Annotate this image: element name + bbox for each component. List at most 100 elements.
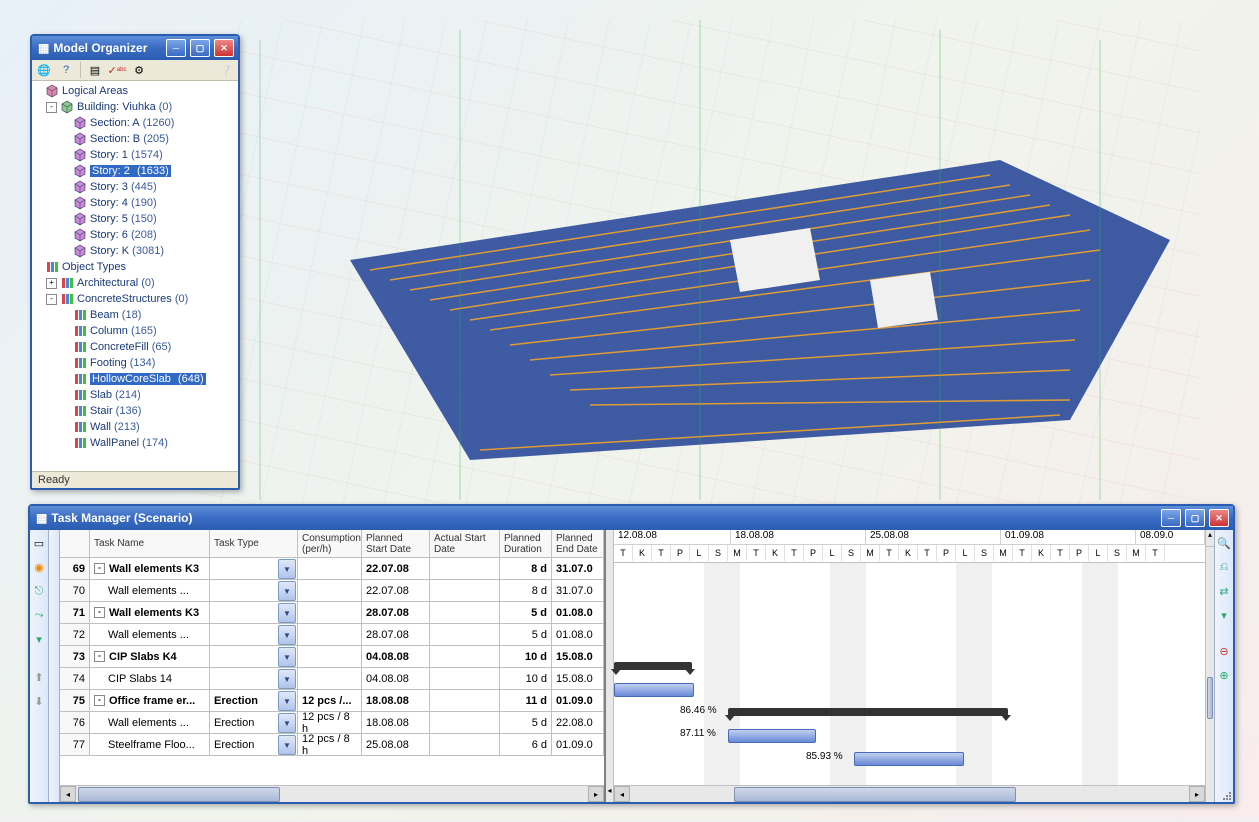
col-pend[interactable]: Planned End Date [552, 530, 604, 558]
table-row[interactable]: 71-Wall elements K3▼28.07.085 d01.08.0 [60, 602, 604, 624]
tree-ctype-6[interactable]: Stair (136) [32, 403, 238, 419]
tree-story-3[interactable]: Story: 4 (190) [32, 195, 238, 211]
gantt-bar[interactable] [728, 729, 816, 743]
tree-story-5[interactable]: Story: 6 (208) [32, 227, 238, 243]
gear-icon[interactable]: ⚙ [131, 62, 147, 78]
gantt-bar[interactable] [614, 662, 692, 670]
close-button[interactable]: ✕ [1209, 509, 1229, 527]
tree-building[interactable]: -Building: Viuhka (0) [32, 99, 238, 115]
gantt-chart[interactable]: 12.08.0818.08.0825.08.0801.09.0808.09.0 … [614, 530, 1205, 802]
table-row[interactable]: 76Wall elements ...Erection▼12 pcs / 8 h… [60, 712, 604, 734]
table-row[interactable]: 74CIP Slabs 14▼04.08.0810 d15.08.0 [60, 668, 604, 690]
tool-icon[interactable]: ⇄ [1215, 582, 1233, 600]
table-row[interactable]: 72Wall elements ...▼28.07.085 d01.08.0 [60, 624, 604, 646]
tree-ctype-5[interactable]: Slab (214) [32, 387, 238, 403]
table-row[interactable]: 70Wall elements ...▼22.07.088 d31.07.0 [60, 580, 604, 602]
cell-tasktype[interactable]: ▼ [210, 602, 298, 624]
cell-tasktype[interactable]: Erection▼ [210, 734, 298, 756]
tree-story-1[interactable]: Story: 2 (1633) [32, 163, 238, 179]
dropdown-icon[interactable]: ▼ [278, 691, 296, 711]
tree-concrete[interactable]: -ConcreteStructures (0) [32, 291, 238, 307]
cell-tasktype[interactable]: ▼ [210, 646, 298, 668]
select-tool-icon[interactable]: ▭ [30, 534, 48, 552]
tree-section-0[interactable]: Section: A (1260) [32, 115, 238, 131]
col-astart[interactable]: Actual Start Date [430, 530, 500, 558]
gantt-bar[interactable] [854, 752, 964, 766]
gantt-hscrollbar[interactable]: ◂ ▸ [614, 785, 1205, 802]
tree-ctype-7[interactable]: Wall (213) [32, 419, 238, 435]
red-tool-icon[interactable]: ⊖ [1215, 642, 1233, 660]
up-arrow-icon[interactable]: ⬆ [30, 668, 48, 686]
expand-toggle[interactable]: - [94, 563, 105, 574]
dropdown-icon[interactable]: ▼ [278, 669, 296, 689]
green-tool-icon[interactable]: ⊕ [1215, 666, 1233, 684]
col-consumption[interactable]: Consumption (per/h) [298, 530, 362, 558]
col-taskname[interactable]: Task Name [90, 530, 210, 558]
cell-tasktype[interactable]: ▼ [210, 668, 298, 690]
grid-hscrollbar[interactable]: ◂ ▸ [60, 785, 604, 802]
gantt-bar[interactable] [614, 683, 694, 697]
down-icon[interactable]: ▾ [1215, 606, 1233, 624]
col-rownum[interactable] [60, 530, 90, 558]
tree-object-types[interactable]: Object Types [32, 259, 238, 275]
zoom-icon[interactable]: 🔍 [1215, 534, 1233, 552]
dropdown-icon[interactable]: ▼ [278, 713, 296, 733]
tool-icon[interactable]: ⤳ [30, 606, 48, 624]
cell-tasktype[interactable]: Erection▼ [210, 690, 298, 712]
table-row[interactable]: 73-CIP Slabs K4▼04.08.0810 d15.08.0 [60, 646, 604, 668]
scroll-right-icon[interactable]: ▸ [588, 786, 604, 802]
link-tool-icon[interactable]: ⎋ [30, 582, 48, 600]
col-tasktype[interactable]: Task Type [210, 530, 298, 558]
dropdown-icon[interactable]: ▼ [278, 625, 296, 645]
task-manager-titlebar[interactable]: ▦ Task Manager (Scenario) ─ ▢ ✕ [30, 506, 1233, 530]
dropdown-icon[interactable]: ▼ [278, 647, 296, 667]
check-icon[interactable]: ✓abc [109, 62, 125, 78]
list-icon[interactable]: ▤ [87, 62, 103, 78]
dropdown-icon[interactable]: ▼ [278, 735, 296, 755]
expand-toggle[interactable]: + [46, 278, 57, 289]
world-icon[interactable]: 🌐 [36, 62, 52, 78]
resize-grip[interactable] [1219, 788, 1233, 802]
down-arrow-icon[interactable]: ⬇ [30, 692, 48, 710]
expand-toggle[interactable]: - [46, 102, 57, 113]
table-row[interactable]: 69-Wall elements K3▼22.07.088 d31.07.0 [60, 558, 604, 580]
maximize-button[interactable]: ▢ [1185, 509, 1205, 527]
dropdown-icon[interactable]: ▼ [278, 581, 296, 601]
tree-ctype-3[interactable]: Footing (134) [32, 355, 238, 371]
cell-tasktype[interactable]: ▼ [210, 558, 298, 580]
dropdown-icon[interactable]: ▼ [278, 603, 296, 623]
table-row[interactable]: 75-Office frame er...Erection▼12 pcs /..… [60, 690, 604, 712]
cell-tasktype[interactable]: ▼ [210, 624, 298, 646]
minimize-button[interactable]: ─ [1161, 509, 1181, 527]
scroll-thumb[interactable] [78, 787, 280, 802]
scroll-up-icon[interactable]: ▴ [1206, 530, 1214, 547]
gantt-vscrollbar[interactable]: ▴ [1205, 530, 1214, 802]
tree-view[interactable]: Logical Areas-Building: Viuhka (0)Sectio… [32, 81, 238, 471]
table-row[interactable]: 77Steelframe Floo...Erection▼12 pcs / 8 … [60, 734, 604, 756]
world-tool-icon[interactable]: ◉ [30, 558, 48, 576]
col-pstart[interactable]: Planned Start Date [362, 530, 430, 558]
dropdown-tool-icon[interactable]: ▾ [30, 630, 48, 648]
tree-ctype-2[interactable]: ConcreteFill (65) [32, 339, 238, 355]
tree-ctype-8[interactable]: WallPanel (174) [32, 435, 238, 451]
cell-tasktype[interactable]: ▼ [210, 580, 298, 602]
tree-story-4[interactable]: Story: 5 (150) [32, 211, 238, 227]
tree-ctype-4[interactable]: HollowCoreSlab (648) [32, 371, 238, 387]
expand-toggle[interactable]: - [94, 651, 105, 662]
tree-story-0[interactable]: Story: 1 (1574) [32, 147, 238, 163]
close-button[interactable]: ✕ [214, 39, 234, 57]
tree-architectural[interactable]: +Architectural (0) [32, 275, 238, 291]
minimize-button[interactable]: ─ [166, 39, 186, 57]
scroll-left-icon[interactable]: ◂ [60, 786, 76, 802]
scroll-right-icon[interactable]: ▸ [1189, 786, 1205, 802]
tree-section-1[interactable]: Section: B (205) [32, 131, 238, 147]
help-button[interactable]: ❔ [218, 62, 234, 78]
expand-toggle[interactable]: - [94, 607, 105, 618]
scroll-left-icon[interactable]: ◂ [614, 786, 630, 802]
maximize-button[interactable]: ▢ [190, 39, 210, 57]
tree-story-2[interactable]: Story: 3 (445) [32, 179, 238, 195]
scroll-left-icon[interactable]: ◂ [606, 786, 613, 802]
col-pdur[interactable]: Planned Duration [500, 530, 552, 558]
tree-logical-areas[interactable]: Logical Areas [32, 83, 238, 99]
scroll-thumb[interactable] [1207, 677, 1213, 719]
